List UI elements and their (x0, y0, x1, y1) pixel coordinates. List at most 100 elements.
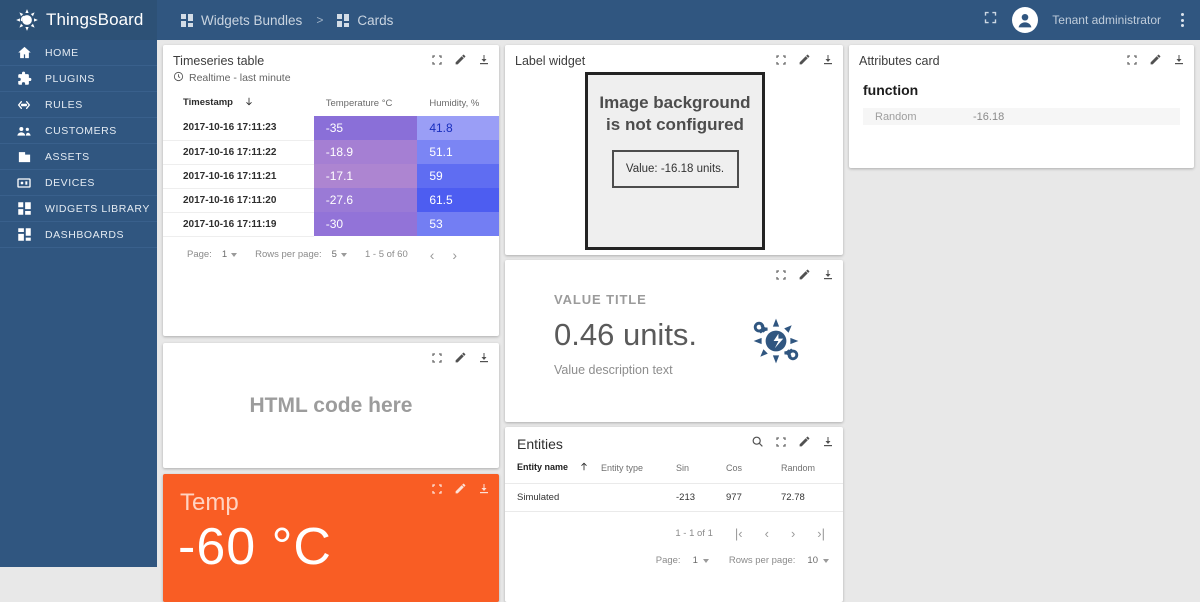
breadcrumb-label: Widgets Bundles (201, 13, 302, 28)
table-row[interactable]: 2017-10-16 17:11:22-18.951.1 (163, 140, 499, 164)
grid-icon (181, 14, 194, 27)
search-icon[interactable] (751, 435, 764, 453)
sidebar-item-plugins[interactable]: PLUGINS (0, 66, 157, 92)
page-value[interactable]: 1 (693, 555, 698, 566)
last-page-button[interactable]: ›| (817, 526, 825, 541)
username-label: Tenant administrator (1052, 13, 1161, 27)
chevron-down-icon[interactable] (231, 253, 237, 257)
breadcrumb-item-widgets-bundles[interactable]: Widgets Bundles (181, 13, 302, 28)
brand-block[interactable]: ThingsBoard (0, 0, 157, 40)
first-page-button[interactable]: |‹ (735, 526, 743, 541)
widget-value-card: VALUE TITLE 0.46 units. Value descriptio… (505, 260, 843, 422)
timeseries-pagination: Page: 1 Rows per page: 5 1 - 5 of 60 ‹ › (163, 237, 499, 263)
sidebar-item-assets[interactable]: ASSETS (0, 144, 157, 170)
attribute-row[interactable]: Random -16.18 (863, 108, 1180, 125)
avatar[interactable] (1012, 7, 1038, 33)
home-icon (16, 45, 32, 61)
next-page-button[interactable]: › (452, 247, 457, 263)
widget-toolbar (431, 53, 490, 71)
table-row[interactable]: 2017-10-16 17:11:19-3053 (163, 212, 499, 236)
sidebar-item-label: ASSETS (45, 151, 90, 163)
column-header-temperature[interactable]: Temperature °C (314, 92, 418, 116)
page-label: Page: (187, 249, 212, 260)
pencil-edit-icon[interactable] (454, 482, 467, 500)
sidebar-item-devices[interactable]: DEVICES (0, 170, 157, 196)
column-header-sin[interactable]: Sin (675, 460, 725, 484)
cell-humidity: 61.5 (417, 188, 499, 212)
download-export-icon[interactable] (478, 482, 490, 500)
table-row[interactable]: 2017-10-16 17:11:23-3541.8 (163, 116, 499, 140)
sidebar-item-customers[interactable]: CUSTOMERS (0, 118, 157, 144)
fullscreen-icon[interactable] (431, 482, 443, 500)
kebab-menu-icon[interactable] (1175, 13, 1190, 27)
placeholder-line-2: is not configured (588, 114, 762, 136)
column-header-random[interactable]: Random (780, 460, 843, 484)
cell-timestamp: 2017-10-16 17:11:20 (163, 188, 314, 212)
sidebar-item-dashboards[interactable]: DASHBOARDS (0, 222, 157, 248)
pencil-edit-icon[interactable] (798, 53, 811, 71)
label-image-placeholder: Image background is not configured Value… (585, 72, 765, 250)
pencil-edit-icon[interactable] (798, 435, 811, 453)
table-header-row: Timestamp Temperature °C Humidity, % (163, 92, 499, 116)
sidebar-item-home[interactable]: HOME (0, 40, 157, 66)
table-row[interactable]: 2017-10-16 17:11:21-17.159 (163, 164, 499, 188)
column-header-entity-type[interactable]: Entity type (600, 460, 675, 484)
sidebar-item-label: HOME (45, 47, 79, 59)
cell-humidity: 53 (417, 212, 499, 236)
breadcrumb-item-cards[interactable]: Cards (337, 13, 393, 28)
page-value[interactable]: 1 (222, 249, 227, 260)
download-export-icon[interactable] (822, 435, 834, 453)
previous-page-button[interactable]: ‹ (765, 526, 769, 541)
pencil-edit-icon[interactable] (454, 351, 467, 369)
download-export-icon[interactable] (478, 53, 490, 71)
chevron-down-icon[interactable] (341, 253, 347, 257)
download-export-icon[interactable] (1173, 53, 1185, 71)
cell-temperature: -30 (314, 212, 418, 236)
thingsboard-logo-icon (747, 312, 805, 375)
rows-per-page-label: Rows per page: (255, 249, 322, 260)
page-label: Page: (656, 555, 681, 566)
rows-per-page-value[interactable]: 10 (807, 555, 818, 566)
rows-per-page-value[interactable]: 5 (332, 249, 337, 260)
fullscreen-icon[interactable] (775, 268, 787, 286)
pencil-edit-icon[interactable] (454, 53, 467, 71)
chevron-down-icon[interactable] (823, 559, 829, 563)
entities-pagination-nav: 1 - 1 of 1 |‹ ‹ › ›| (505, 512, 843, 541)
sidebar-item-widgets-library[interactable]: WIDGETS LIBRARY (0, 196, 157, 222)
fullscreen-icon[interactable] (431, 53, 443, 71)
download-export-icon[interactable] (822, 268, 834, 286)
widget-temperature-card: Temp -60 °C (163, 474, 499, 602)
widgets-grid-icon (16, 201, 32, 217)
fullscreen-icon[interactable] (431, 351, 443, 369)
pencil-edit-icon[interactable] (1149, 53, 1162, 71)
cell-random: 72.78 (780, 484, 843, 512)
cell-entity-type (600, 484, 675, 512)
fullscreen-icon[interactable] (775, 435, 787, 453)
next-page-button[interactable]: › (791, 526, 795, 541)
widget-toolbar (775, 53, 834, 71)
fullscreen-icon[interactable] (983, 10, 998, 30)
download-export-icon[interactable] (478, 351, 490, 369)
previous-page-button[interactable]: ‹ (430, 247, 435, 263)
sidebar-nav: HOME PLUGINS RULES CUSTOMERS ASSETS (0, 40, 157, 567)
sidebar-item-label: DASHBOARDS (45, 229, 124, 241)
chevron-down-icon[interactable] (703, 559, 709, 563)
entities-table: Entity name Entity type Sin Cos Random S… (505, 460, 843, 512)
placeholder-line-1: Image background (588, 92, 762, 114)
attributes-heading: function (849, 68, 1194, 98)
placeholder-message: Image background is not configured (588, 75, 762, 136)
cell-humidity: 59 (417, 164, 499, 188)
download-export-icon[interactable] (822, 53, 834, 71)
rows-per-page-label: Rows per page: (729, 555, 796, 566)
fullscreen-icon[interactable] (775, 53, 787, 71)
column-header-entity-name[interactable]: Entity name (505, 460, 600, 484)
sidebar-item-rules[interactable]: RULES (0, 92, 157, 118)
pencil-edit-icon[interactable] (798, 268, 811, 286)
fullscreen-icon[interactable] (1126, 53, 1138, 71)
table-row[interactable]: Simulated-21397772.78 (505, 484, 843, 512)
column-header-timestamp[interactable]: Timestamp (163, 92, 314, 116)
cell-temperature: -18.9 (314, 140, 418, 164)
table-row[interactable]: 2017-10-16 17:11:20-27.661.5 (163, 188, 499, 212)
column-header-humidity[interactable]: Humidity, % (417, 92, 499, 116)
column-header-cos[interactable]: Cos (725, 460, 780, 484)
